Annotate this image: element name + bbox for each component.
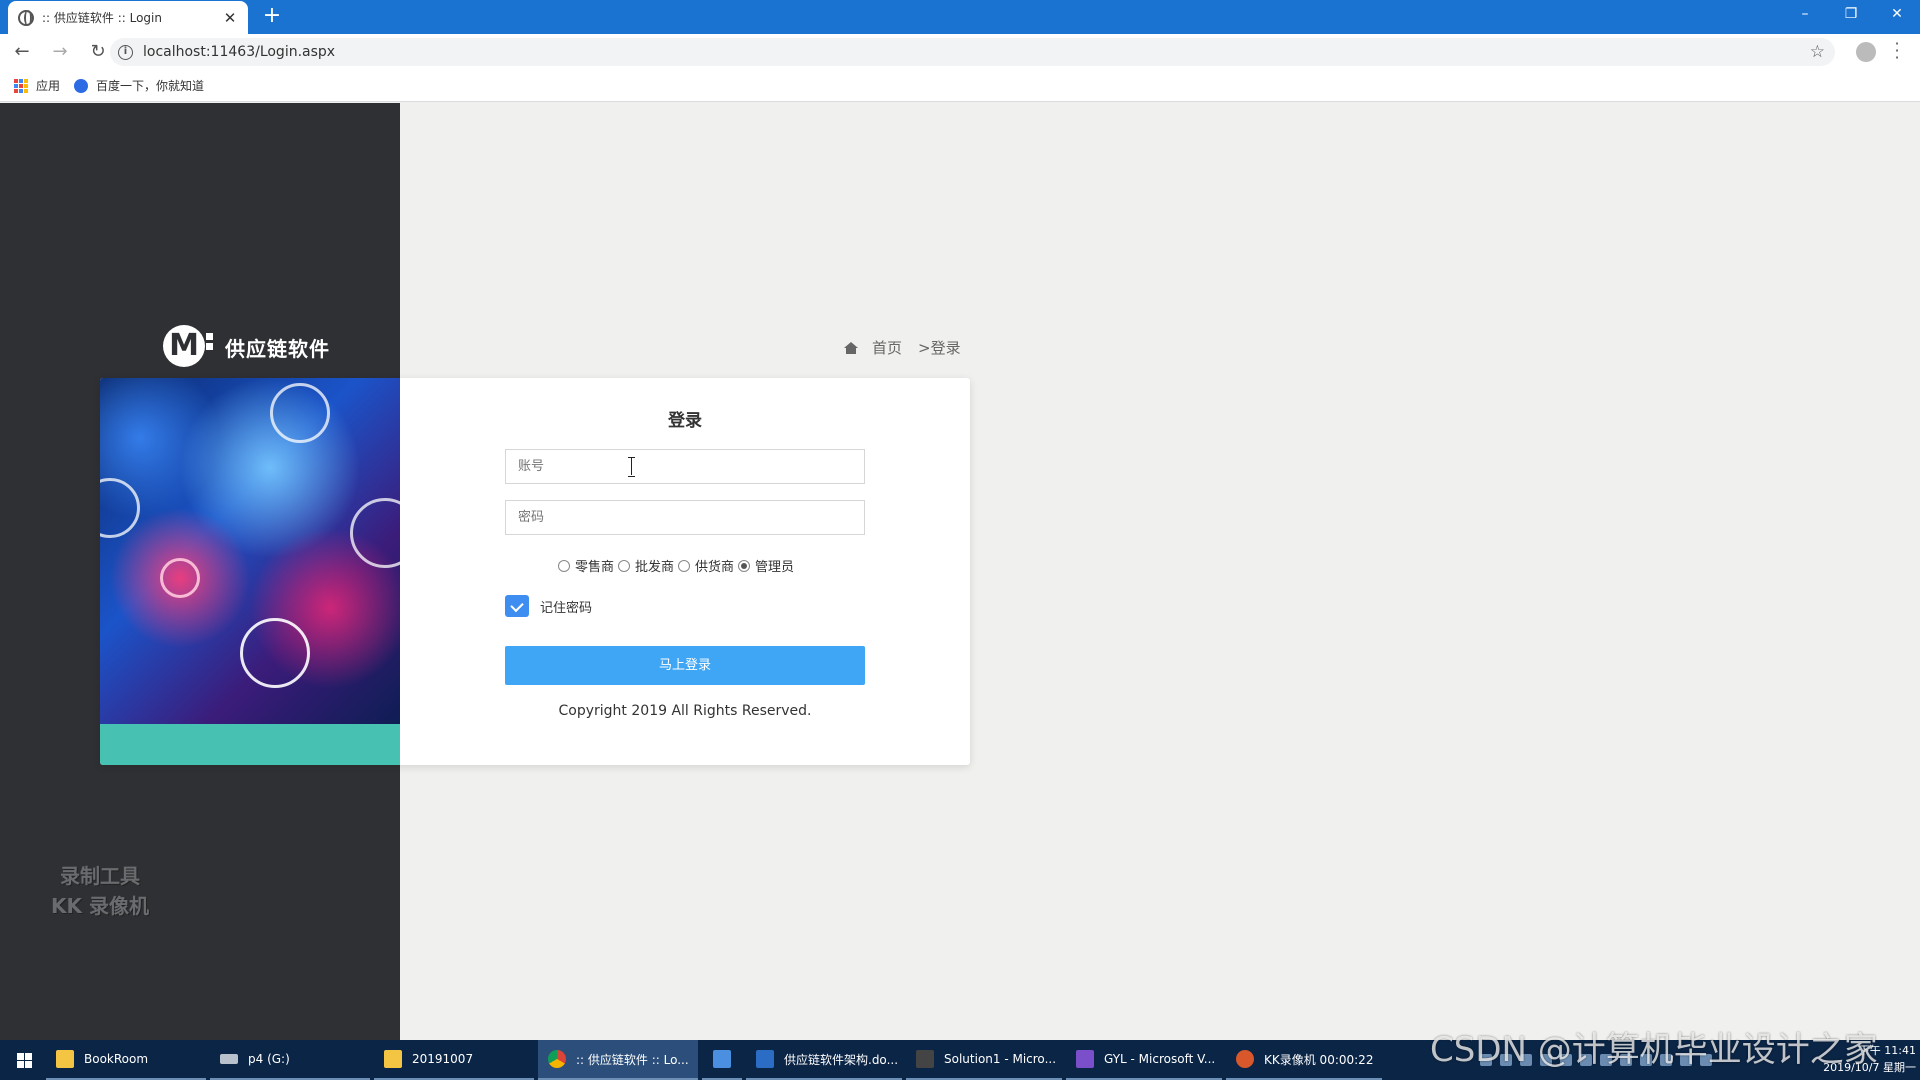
tab-title: :: 供应链软件 :: Login bbox=[42, 11, 162, 25]
maximize-button[interactable]: ❐ bbox=[1828, 0, 1874, 30]
radio-checked-icon[interactable] bbox=[738, 559, 751, 572]
copyright-text: Copyright 2019 All Rights Reserved. bbox=[558, 703, 812, 719]
word-doc-icon bbox=[756, 1050, 774, 1068]
browser-tab-bar: :: 供应链软件 :: Login ✕ + – ❐ ✕ bbox=[0, 0, 1920, 34]
tech-banner-image bbox=[100, 378, 420, 724]
bookmark-baidu[interactable]: 百度一下，你就知道 bbox=[74, 77, 204, 94]
breadcrumb-current: >登录 bbox=[918, 339, 961, 357]
role-wholesaler-radio[interactable]: 批发商 bbox=[618, 556, 674, 575]
back-button[interactable]: ← bbox=[6, 36, 38, 68]
taskbar-item[interactable]: GYL - Microsoft V... bbox=[1066, 1040, 1222, 1080]
new-tab-button[interactable]: + bbox=[260, 5, 284, 29]
radio-circle-icon[interactable] bbox=[678, 559, 691, 572]
csdn-watermark: CSDN @计算机毕业设计之家 bbox=[1430, 1030, 1878, 1070]
profile-avatar-icon[interactable] bbox=[1856, 42, 1876, 62]
role-label: 零售商 bbox=[575, 560, 615, 575]
close-window-button[interactable]: ✕ bbox=[1874, 0, 1920, 30]
bookmark-star-icon[interactable]: ☆ bbox=[1810, 42, 1825, 62]
login-title: 登录 bbox=[668, 411, 702, 431]
bookmark-label: 百度一下，你就知道 bbox=[96, 79, 205, 93]
radio-circle-icon[interactable] bbox=[618, 559, 631, 572]
account-input[interactable] bbox=[505, 449, 865, 484]
visual-studio-icon bbox=[1076, 1050, 1094, 1068]
bookmark-label: 应用 bbox=[36, 79, 61, 93]
role-label: 批发商 bbox=[635, 560, 675, 575]
browser-tab[interactable]: :: 供应链软件 :: Login ✕ bbox=[8, 1, 248, 34]
baidu-paw-icon bbox=[74, 78, 89, 93]
login-submit-button[interactable]: 马上登录 bbox=[505, 646, 865, 685]
folder-icon bbox=[384, 1050, 402, 1068]
checkbox-checked-icon[interactable] bbox=[505, 595, 529, 617]
page-content: M 供应链软件 首页 >登录 登录 零售商 bbox=[0, 103, 1920, 1040]
browser-toolbar: ← → ↻ i localhost:11463/Login.aspx ☆ · · · bbox=[0, 34, 1920, 70]
role-label: 供货商 bbox=[695, 560, 735, 575]
role-label: 管理员 bbox=[755, 560, 795, 575]
address-url: localhost:11463/Login.aspx bbox=[143, 44, 336, 60]
kk-recorder-icon bbox=[1236, 1050, 1254, 1068]
chrome-icon bbox=[548, 1050, 566, 1068]
login-card: 登录 零售商 批发商 供货商 管理员 bbox=[100, 378, 970, 765]
banner-footer-strip bbox=[100, 724, 400, 765]
role-retailer-radio[interactable]: 零售商 bbox=[558, 556, 614, 575]
role-radio-group: 零售商 批发商 供货商 管理员 bbox=[558, 556, 798, 575]
role-supplier-radio[interactable]: 供货商 bbox=[678, 556, 734, 575]
feather-app-icon bbox=[713, 1050, 731, 1068]
taskbar-item[interactable]: 供应链软件架构.do... bbox=[746, 1040, 902, 1080]
visual-studio-tools-icon bbox=[916, 1050, 934, 1068]
brand-header: M 供应链软件 bbox=[163, 325, 330, 369]
text-cursor-icon bbox=[628, 457, 636, 477]
taskbar-item[interactable] bbox=[702, 1040, 742, 1080]
login-form: 登录 零售商 批发商 供货商 管理员 bbox=[400, 378, 970, 765]
kk-recorder-watermark: 录制工具 KK 录像机 bbox=[51, 864, 149, 918]
remember-password-checkbox[interactable]: 记住密码 bbox=[505, 595, 592, 617]
folder-icon bbox=[56, 1050, 74, 1068]
drive-icon bbox=[220, 1054, 238, 1064]
info-icon[interactable]: i bbox=[118, 44, 133, 60]
breadcrumb: 首页 >登录 bbox=[844, 337, 965, 358]
password-input[interactable] bbox=[505, 500, 865, 535]
forward-button[interactable]: → bbox=[44, 36, 76, 68]
taskbar-item-active[interactable]: :: 供应链软件 :: Lo... bbox=[538, 1040, 698, 1080]
bookmark-apps[interactable]: 应用 bbox=[14, 77, 60, 94]
taskbar-item[interactable]: 20191007 bbox=[374, 1040, 534, 1080]
tab-close-icon[interactable]: ✕ bbox=[222, 9, 238, 27]
breadcrumb-home-link[interactable]: 首页 bbox=[872, 337, 902, 358]
brand-logo-icon: M bbox=[163, 325, 215, 369]
apps-grid-icon bbox=[14, 78, 28, 93]
radio-circle-icon[interactable] bbox=[558, 559, 570, 572]
address-bar[interactable]: i localhost:11463/Login.aspx ☆ bbox=[110, 38, 1835, 66]
role-admin-radio[interactable]: 管理员 bbox=[738, 556, 794, 575]
remember-label: 记住密码 bbox=[540, 600, 593, 616]
minimize-button[interactable]: – bbox=[1782, 0, 1828, 30]
taskbar-item[interactable]: KK录像机 00:00:22 bbox=[1226, 1040, 1382, 1080]
taskbar-item[interactable]: BookRoom bbox=[46, 1040, 206, 1080]
windows-start-icon[interactable] bbox=[0, 1040, 46, 1080]
brand-name: 供应链软件 bbox=[225, 336, 330, 361]
globe-icon bbox=[18, 9, 34, 26]
taskbar-item[interactable]: p4 (G:) bbox=[210, 1040, 370, 1080]
browser-menu-icon[interactable]: · · · bbox=[1890, 36, 1904, 66]
bookmarks-bar: 应用 百度一下，你就知道 bbox=[0, 70, 1920, 102]
home-icon bbox=[844, 341, 858, 354]
taskbar-item[interactable]: Solution1 - Micro... bbox=[906, 1040, 1062, 1080]
